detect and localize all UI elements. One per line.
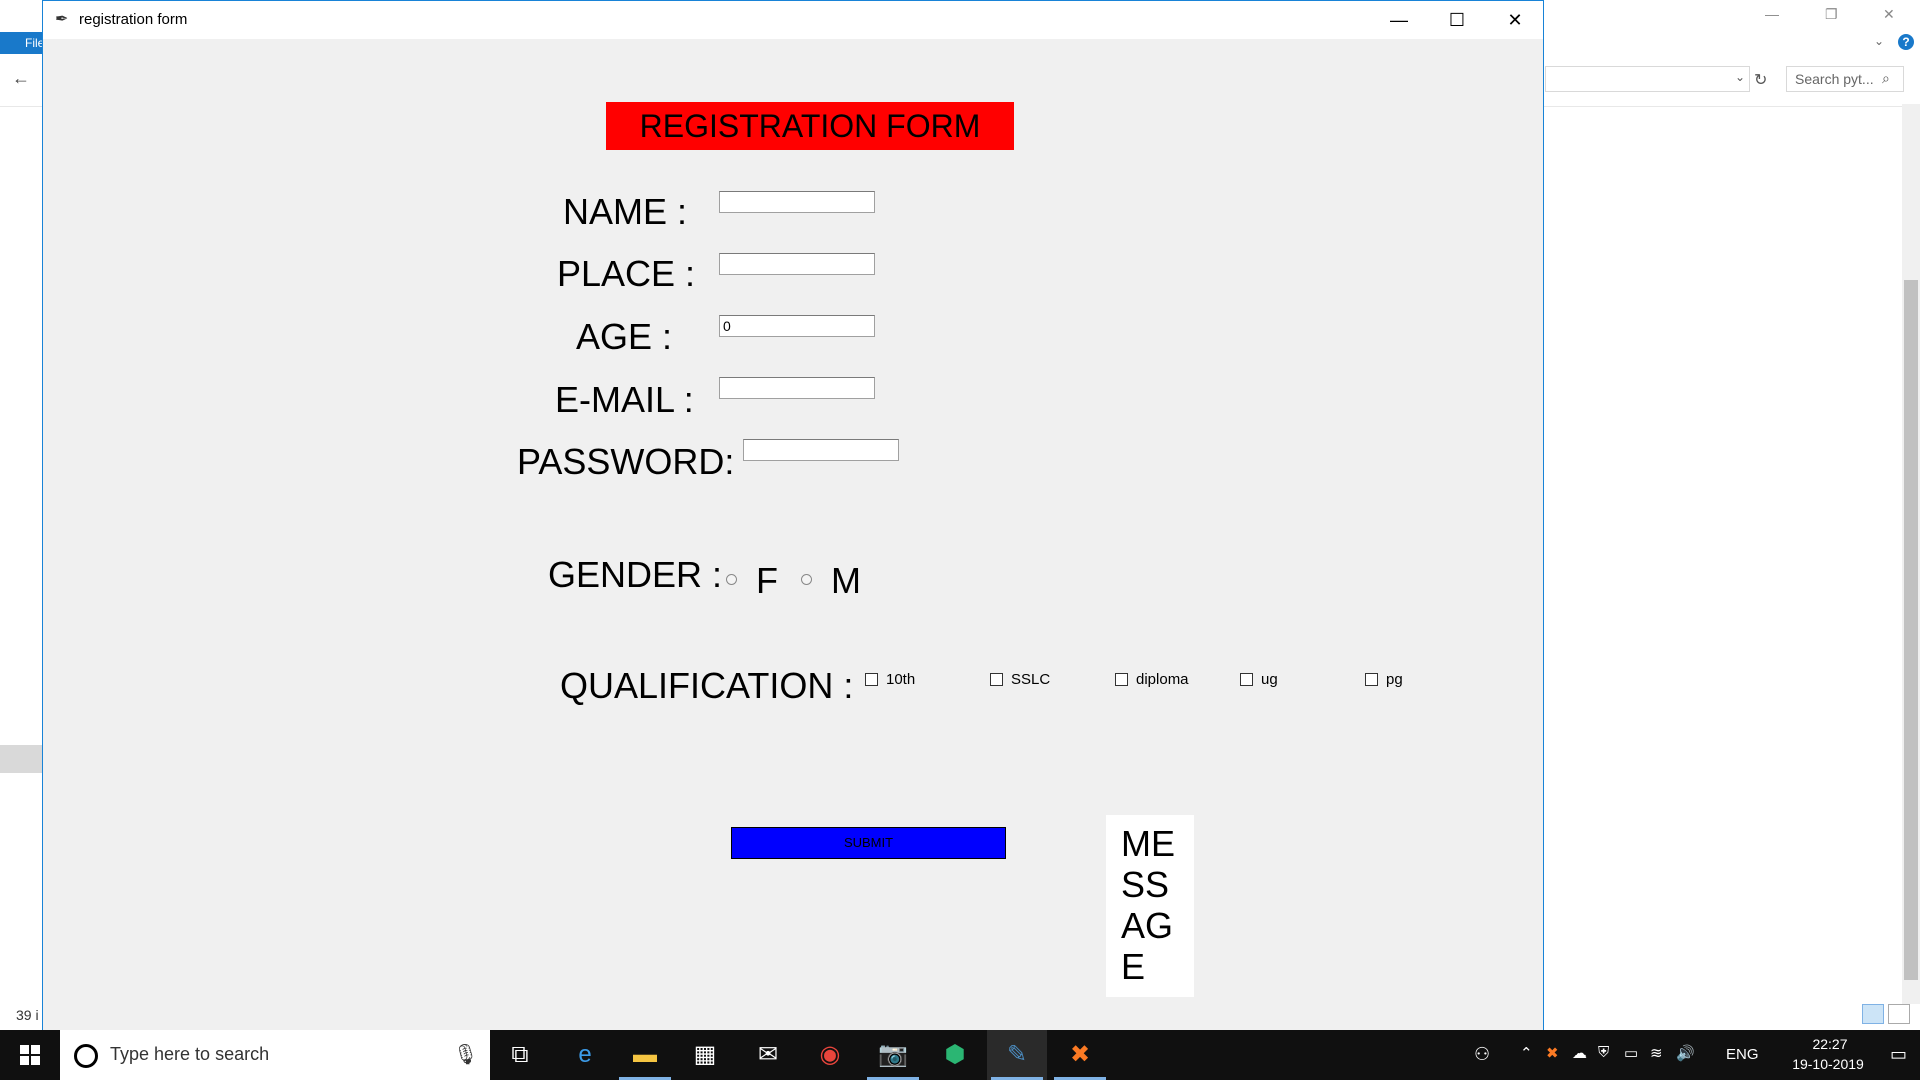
checkbox-ug-label[interactable]: ug (1261, 671, 1278, 688)
place-input[interactable] (719, 253, 875, 275)
cloud-icon[interactable]: ☁ (1572, 1044, 1587, 1062)
gender-label: GENDER : (548, 554, 723, 595)
explorer-file-tab[interactable]: File (0, 32, 44, 54)
close-button[interactable]: ✕ (1486, 1, 1544, 39)
chevron-up-icon[interactable]: ⌃ (1520, 1044, 1533, 1062)
python-icon[interactable]: ✎ (987, 1030, 1047, 1080)
name-label: NAME : (563, 191, 688, 232)
checkbox-sslc-label[interactable]: SSLC (1011, 671, 1050, 688)
people-icon[interactable]: ⚇ (1474, 1044, 1490, 1065)
email-label: E-MAIL : (555, 379, 694, 420)
view-mode-buttons[interactable] (1862, 1004, 1910, 1026)
checkbox-pg[interactable] (1365, 673, 1378, 686)
address-bar[interactable] (1545, 66, 1750, 92)
chrome-icon[interactable]: ◉ (800, 1030, 860, 1080)
volume-icon[interactable]: 🔊 (1676, 1044, 1695, 1062)
checkbox-diploma[interactable] (1115, 673, 1128, 686)
edge-icon[interactable]: e (555, 1030, 615, 1080)
window-title: registration form (79, 11, 188, 28)
message-text: MESSAGE (1121, 823, 1175, 987)
cortana-icon (74, 1044, 98, 1068)
scrollbar-thumb[interactable] (1904, 280, 1918, 980)
checkbox-10th[interactable] (865, 673, 878, 686)
back-arrow-icon[interactable]: ← (12, 68, 30, 89)
address-dropdown-icon[interactable]: ⌄ (1735, 70, 1745, 84)
checkbox-diploma-label[interactable]: diploma (1136, 671, 1189, 688)
microphone-icon[interactable]: 🎙 (453, 1042, 478, 1067)
gender-radio-m[interactable] (801, 574, 812, 585)
file-explorer-icon[interactable]: ▬ (615, 1030, 675, 1080)
refresh-icon[interactable]: ↻ (1754, 70, 1767, 90)
password-input[interactable] (743, 439, 899, 461)
large-icons-view-icon[interactable] (1888, 1004, 1910, 1024)
minimize-icon[interactable]: — (1765, 6, 1779, 22)
help-icon[interactable]: ? (1898, 34, 1914, 50)
maximize-button[interactable]: ☐ (1428, 1, 1486, 39)
details-view-icon[interactable] (1862, 1004, 1884, 1024)
form-title: REGISTRATION FORM (606, 102, 1014, 150)
close-icon[interactable]: ✕ (1883, 6, 1895, 23)
camera-icon[interactable]: 📷 (863, 1030, 923, 1080)
checkbox-ug[interactable] (1240, 673, 1253, 686)
explorer-selected-item[interactable] (0, 745, 42, 773)
checkbox-pg-label[interactable]: pg (1386, 671, 1403, 688)
windows-logo-icon (20, 1045, 40, 1065)
wifi-icon[interactable]: ≋ (1650, 1044, 1663, 1062)
taskbar-search-box[interactable]: Type here to search 🎙 (60, 1030, 490, 1080)
place-label: PLACE : (557, 253, 696, 294)
xampp-tray-icon[interactable]: ✖ (1546, 1044, 1559, 1062)
taskbar: Type here to search 🎙 ⧉ e ▬ ▦ ✉ ◉ 📷 ⬢ ✎ … (0, 1030, 1920, 1080)
taskbar-search-placeholder: Type here to search (110, 1044, 270, 1064)
clock-date[interactable]: 19-10-2019 (1778, 1056, 1878, 1072)
system-tray: ⚇ ⌃ ✖ ☁ ⛨ ▭ ≋ 🔊 ENG 22:27 19-10-2019 ▭ (1460, 1030, 1920, 1080)
email-input[interactable] (719, 377, 875, 399)
age-label: AGE : (576, 316, 673, 357)
restore-icon[interactable]: ❐ (1825, 6, 1838, 23)
checkbox-10th-label[interactable]: 10th (886, 671, 915, 688)
age-input[interactable] (719, 315, 875, 337)
name-input[interactable] (719, 191, 875, 213)
chevron-down-icon[interactable]: ⌄ (1874, 34, 1884, 48)
mail-icon[interactable]: ✉ (738, 1030, 798, 1080)
password-label: PASSWORD: (517, 441, 735, 482)
language-indicator[interactable]: ENG (1726, 1046, 1759, 1063)
gender-option-f[interactable]: F (756, 560, 778, 602)
gender-option-m[interactable]: M (831, 560, 861, 602)
battery-icon[interactable]: ▭ (1624, 1044, 1638, 1062)
qualification-label: QUALIFICATION : (560, 665, 854, 706)
clock-time[interactable]: 22:27 (1790, 1036, 1870, 1052)
item-count: 39 i (16, 1007, 39, 1023)
gender-radio-f[interactable] (726, 574, 737, 585)
explorer-window-controls[interactable]: — ❐ ✕ (1755, 4, 1915, 30)
shield-icon[interactable]: ⛨ (1598, 1044, 1609, 1061)
tk-feather-icon: ✒ (55, 11, 69, 28)
app-icon[interactable]: ⬢ (925, 1030, 985, 1080)
checkbox-sslc[interactable] (990, 673, 1003, 686)
window-titlebar[interactable]: ✒ registration form — ☐ ✕ (43, 1, 1543, 39)
registration-window: ✒ registration form — ☐ ✕ REGISTRATION F… (42, 0, 1544, 1032)
notifications-icon[interactable]: ▭ (1890, 1044, 1907, 1065)
search-icon: ⌕ (1882, 70, 1890, 86)
submit-button[interactable]: SUBMIT (731, 827, 1006, 859)
xampp-icon[interactable]: ✖ (1050, 1030, 1110, 1080)
minimize-button[interactable]: — (1370, 1, 1428, 39)
task-view-icon[interactable]: ⧉ (490, 1030, 550, 1080)
start-button[interactable] (0, 1030, 60, 1080)
store-icon[interactable]: ▦ (675, 1030, 735, 1080)
